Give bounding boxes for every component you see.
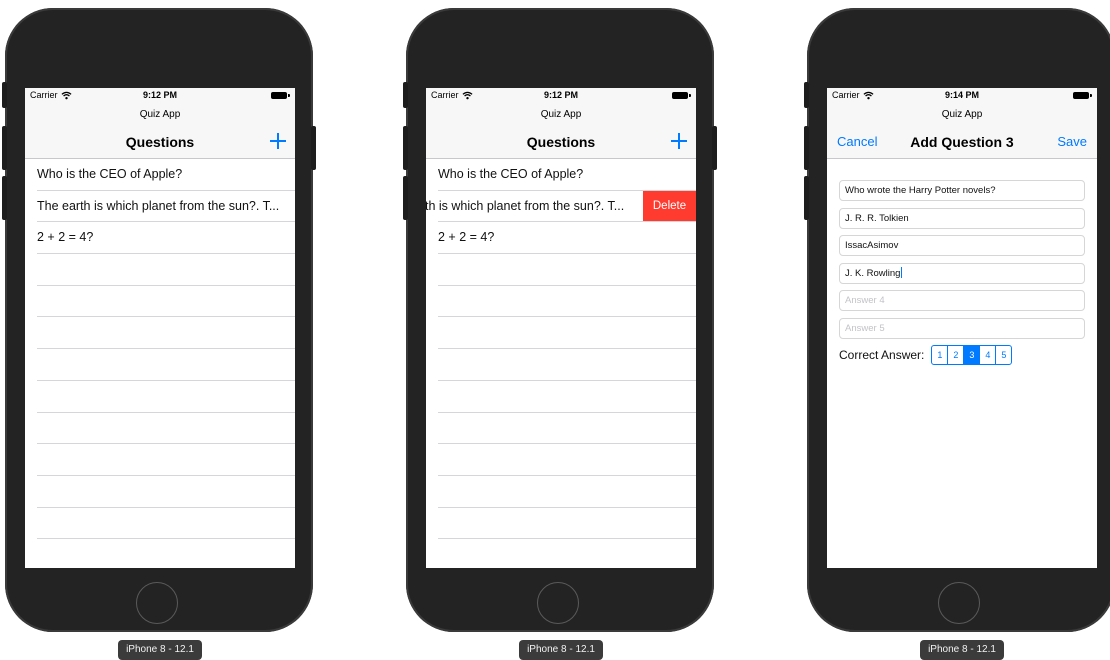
battery-icon bbox=[1073, 92, 1092, 99]
question-row[interactable]: 2 + 2 = 4? bbox=[25, 222, 295, 254]
app-title: Quiz App bbox=[540, 109, 582, 120]
empty-row bbox=[25, 349, 295, 381]
phone-frame: Carrier 9:14 PM Quiz App Cancel Add Ques… bbox=[804, 8, 1110, 632]
empty-row bbox=[426, 381, 696, 413]
segment-4[interactable]: 4 bbox=[979, 346, 995, 364]
empty-row bbox=[25, 381, 295, 413]
text-caret bbox=[900, 266, 902, 278]
screen: Carrier 9:12 PM Quiz App Questions Who i… bbox=[25, 88, 295, 568]
screen: Carrier 9:14 PM Quiz App Cancel Add Ques… bbox=[827, 88, 1097, 568]
mute-switch bbox=[2, 82, 7, 108]
status-time: 9:12 PM bbox=[142, 90, 177, 100]
question-row[interactable]: The earth is which planet from the sun?.… bbox=[25, 191, 295, 223]
save-button[interactable]: Save bbox=[1057, 134, 1087, 149]
question-label: 2 + 2 = 4? bbox=[37, 230, 94, 245]
device-label: iPhone 8 - 12.1 bbox=[519, 640, 603, 660]
question-row[interactable]: 2 + 2 = 4? bbox=[426, 222, 696, 254]
home-button[interactable] bbox=[136, 582, 178, 624]
add-question-form: Who wrote the Harry Potter novels? J. R.… bbox=[839, 180, 1085, 365]
simulator-device-1: Carrier 9:12 PM Quiz App Questions Who i… bbox=[2, 0, 316, 660]
device-label: iPhone 8 - 12.1 bbox=[920, 640, 1004, 660]
simulator-device-2: Carrier 9:12 PM Quiz App Questions Who i… bbox=[403, 0, 717, 660]
volume-down-button bbox=[403, 176, 408, 220]
navigation-bar: Quiz App Cancel Add Question 3 Save bbox=[827, 104, 1097, 159]
question-row[interactable]: Who is the CEO of Apple? bbox=[25, 159, 295, 191]
navigation-bar: Quiz App Questions bbox=[426, 104, 696, 159]
navigation-bar: Quiz App Questions bbox=[25, 104, 295, 159]
empty-row bbox=[426, 286, 696, 318]
volume-up-button bbox=[2, 126, 7, 170]
power-button bbox=[311, 126, 316, 170]
add-question-plus-icon[interactable] bbox=[269, 132, 287, 150]
answer-2-field[interactable]: IssacAsimov bbox=[839, 235, 1085, 256]
empty-row bbox=[25, 286, 295, 318]
delete-button[interactable]: Delete bbox=[643, 190, 696, 223]
empty-row bbox=[25, 539, 295, 568]
phone-frame: Carrier 9:12 PM Quiz App Questions Who i… bbox=[2, 8, 316, 632]
mute-switch bbox=[804, 82, 809, 108]
battery-icon bbox=[672, 92, 691, 99]
question-row-swiped[interactable]: th is which planet from the sun?. T... D… bbox=[426, 190, 696, 223]
device-label: iPhone 8 - 12.1 bbox=[118, 640, 202, 660]
empty-row bbox=[25, 444, 295, 476]
question-label: Who is the CEO of Apple? bbox=[37, 167, 183, 181]
answer-3-field[interactable]: J. K. Rowling bbox=[839, 262, 1085, 284]
answer-1-field[interactable]: J. R. R. Tolkien bbox=[839, 207, 1085, 229]
empty-row bbox=[25, 317, 295, 349]
app-title: Quiz App bbox=[139, 109, 181, 120]
home-button[interactable] bbox=[537, 582, 579, 624]
empty-row bbox=[426, 349, 696, 381]
nav-title: Questions bbox=[526, 134, 596, 150]
app-title: Quiz App bbox=[941, 109, 983, 120]
status-time: 9:14 PM bbox=[944, 90, 979, 100]
questions-list: Who is the CEO of Apple? th is which pla… bbox=[426, 159, 696, 568]
correct-answer-label: Correct Answer: bbox=[839, 348, 925, 362]
empty-row bbox=[426, 508, 696, 540]
status-bar: Carrier 9:12 PM bbox=[426, 88, 696, 104]
status-bar: Carrier 9:14 PM bbox=[827, 88, 1097, 104]
answer-3-value: J. K. Rowling bbox=[845, 267, 901, 279]
segment-5[interactable]: 5 bbox=[995, 346, 1011, 364]
question-field[interactable]: Who wrote the Harry Potter novels? bbox=[839, 180, 1085, 201]
home-button[interactable] bbox=[938, 582, 980, 624]
volume-down-button bbox=[804, 176, 809, 220]
nav-title: Questions bbox=[125, 134, 195, 150]
empty-row bbox=[426, 413, 696, 445]
empty-row bbox=[426, 539, 696, 568]
battery-icon bbox=[271, 92, 290, 99]
empty-row bbox=[426, 444, 696, 476]
questions-list: Who is the CEO of Apple? The earth is wh… bbox=[25, 159, 295, 568]
segment-1[interactable]: 1 bbox=[932, 346, 947, 364]
answer-5-field[interactable]: Answer 5 bbox=[839, 317, 1085, 339]
volume-up-button bbox=[403, 126, 408, 170]
empty-row bbox=[426, 254, 696, 286]
volume-up-button bbox=[804, 126, 809, 170]
empty-row bbox=[25, 476, 295, 508]
empty-row bbox=[25, 254, 295, 286]
simulator-device-3: Carrier 9:14 PM Quiz App Cancel Add Ques… bbox=[804, 0, 1110, 660]
correct-answer-row: Correct Answer: 1 2 3 4 5 bbox=[839, 345, 1085, 365]
status-time: 9:12 PM bbox=[543, 90, 578, 100]
phone-frame: Carrier 9:12 PM Quiz App Questions Who i… bbox=[403, 8, 717, 632]
status-bar: Carrier 9:12 PM bbox=[25, 88, 295, 104]
power-button bbox=[712, 126, 717, 170]
segment-3[interactable]: 3 bbox=[963, 346, 980, 364]
question-label: The earth is which planet from the sun?.… bbox=[37, 198, 280, 213]
screen: Carrier 9:12 PM Quiz App Questions Who i… bbox=[426, 88, 696, 568]
question-label: 2 + 2 = 4? bbox=[438, 230, 495, 245]
correct-answer-segmented-control[interactable]: 1 2 3 4 5 bbox=[931, 345, 1013, 365]
volume-down-button bbox=[2, 176, 7, 220]
empty-row bbox=[426, 317, 696, 349]
mute-switch bbox=[403, 82, 408, 108]
empty-row bbox=[25, 413, 295, 445]
empty-row bbox=[25, 508, 295, 540]
question-row[interactable]: Who is the CEO of Apple? bbox=[426, 159, 696, 191]
add-question-plus-icon[interactable] bbox=[670, 132, 688, 150]
empty-row bbox=[426, 476, 696, 508]
question-label: Who is the CEO of Apple? bbox=[438, 167, 584, 181]
segment-2[interactable]: 2 bbox=[947, 346, 963, 364]
answer-4-field[interactable]: Answer 4 bbox=[839, 290, 1085, 311]
question-label: th is which planet from the sun?. T... bbox=[426, 198, 625, 213]
